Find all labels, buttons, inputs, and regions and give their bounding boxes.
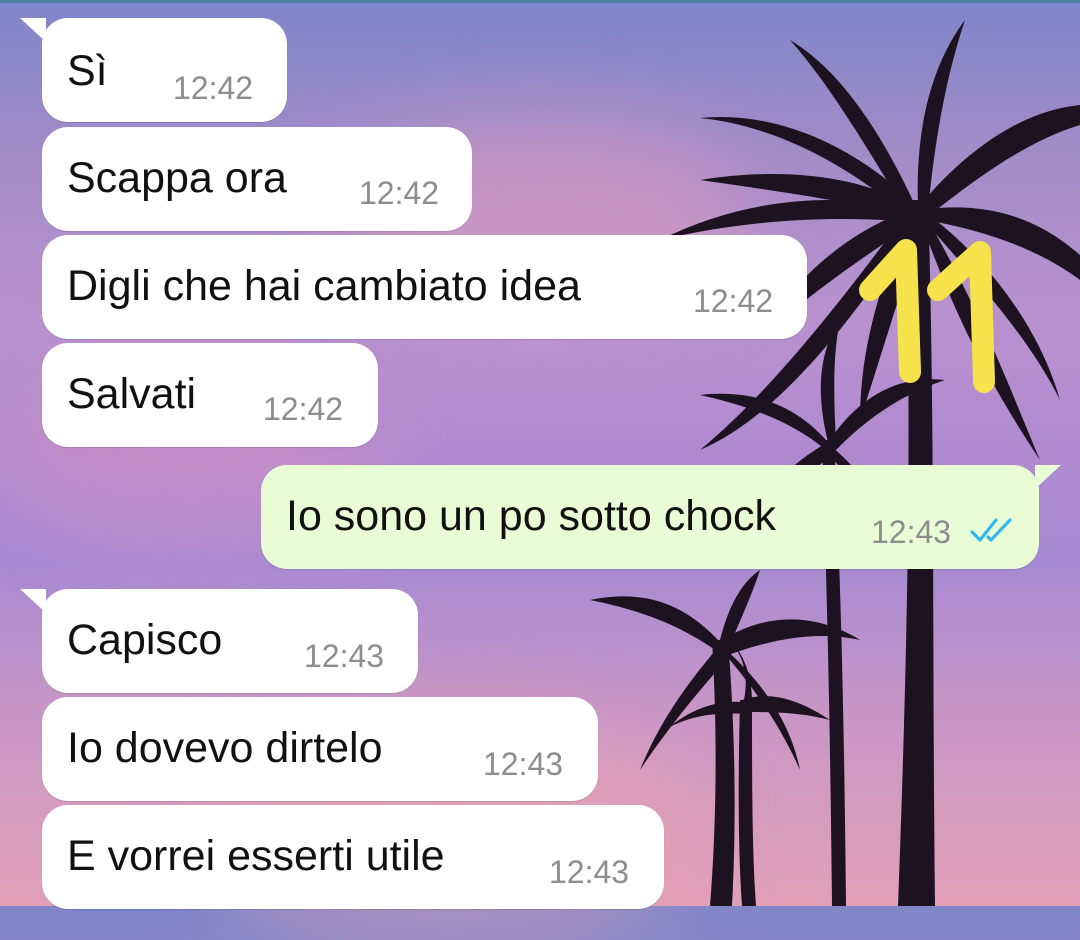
bubble-tail (20, 18, 46, 42)
incoming-message-bubble[interactable]: Digli che hai cambiato idea 12:42 (42, 235, 807, 339)
message-text: Io dovevo dirtelo (67, 724, 383, 772)
message-time: 12:42 (173, 70, 254, 106)
incoming-message-bubble[interactable]: Io dovevo dirtelo 12:43 (42, 697, 598, 801)
message-time: 12:42 (693, 283, 774, 319)
incoming-message-bubble[interactable]: Salvati 12:42 (42, 343, 378, 447)
message-text: Salvati (67, 370, 197, 418)
message-text: Scappa ora (67, 154, 287, 202)
incoming-message-bubble[interactable]: Sì 12:42 (20, 18, 287, 122)
message-text: E vorrei esserti utile (67, 832, 445, 880)
message-time: 12:42 (359, 175, 440, 211)
bubble-tail (20, 589, 46, 613)
message-text: Digli che hai cambiato idea (67, 262, 581, 310)
message-text: Capisco (67, 616, 223, 664)
incoming-message-bubble[interactable]: E vorrei esserti utile 12:43 (42, 805, 664, 909)
message-time: 12:43 (304, 638, 385, 674)
incoming-message-bubble[interactable]: Scappa ora 12:42 (42, 127, 472, 231)
message-text: Io sono un po sotto chock (286, 492, 777, 540)
bubble-tail (1035, 465, 1061, 489)
message-time: 12:43 (871, 514, 952, 550)
message-time: 12:42 (263, 391, 344, 427)
message-time: 12:43 (549, 854, 630, 890)
double-check-icon (970, 518, 1012, 542)
handwritten-number-annotation (859, 239, 995, 393)
message-text: Sì (67, 47, 108, 95)
outgoing-message-bubble[interactable]: Io sono un po sotto chock 12:43 (261, 465, 1061, 569)
message-time: 12:43 (483, 746, 564, 782)
incoming-message-bubble[interactable]: Capisco 12:43 (20, 589, 418, 693)
